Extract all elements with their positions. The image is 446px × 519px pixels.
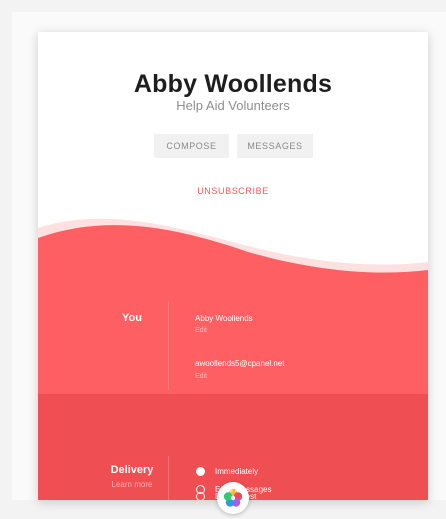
delivery-option-immediately[interactable]: Immediately <box>196 465 258 477</box>
email-edit-link[interactable]: Edit <box>195 373 207 380</box>
unsubscribe-link[interactable]: UNSUBSCRIBE <box>38 186 428 196</box>
wave-divider <box>38 218 428 298</box>
you-label: You <box>122 312 142 324</box>
delivery-label: Delivery <box>110 464 154 476</box>
delivery-option-all-messages[interactable]: E... ll messages <box>196 483 271 495</box>
you-divider <box>168 302 169 390</box>
name-edit-link[interactable]: Edit <box>195 327 207 334</box>
compose-button[interactable]: COMPOSE <box>154 134 229 158</box>
radio-selected-icon <box>196 466 205 476</box>
delivery-option-label: E... ll messages <box>215 484 272 494</box>
name-value: Abby Woollends <box>195 314 253 323</box>
profile-name: Abby Woollends <box>133 70 333 98</box>
delivery-divider <box>168 456 169 500</box>
messages-button[interactable]: MESSAGES <box>237 134 313 158</box>
profile-card: Abby Woollends Help Aid Volunteers COMPO… <box>38 32 428 500</box>
email-value: awoollends5@cpanel.net <box>195 359 285 368</box>
delivery-option-label: Immediately <box>215 466 259 476</box>
profile-organization: Help Aid Volunteers <box>176 98 290 113</box>
learn-more-link[interactable]: Learn more <box>92 480 172 489</box>
you-section: You Abby Woollends Edit awoollends5@cpan… <box>38 292 428 394</box>
radio-unselected-icon <box>196 484 205 494</box>
